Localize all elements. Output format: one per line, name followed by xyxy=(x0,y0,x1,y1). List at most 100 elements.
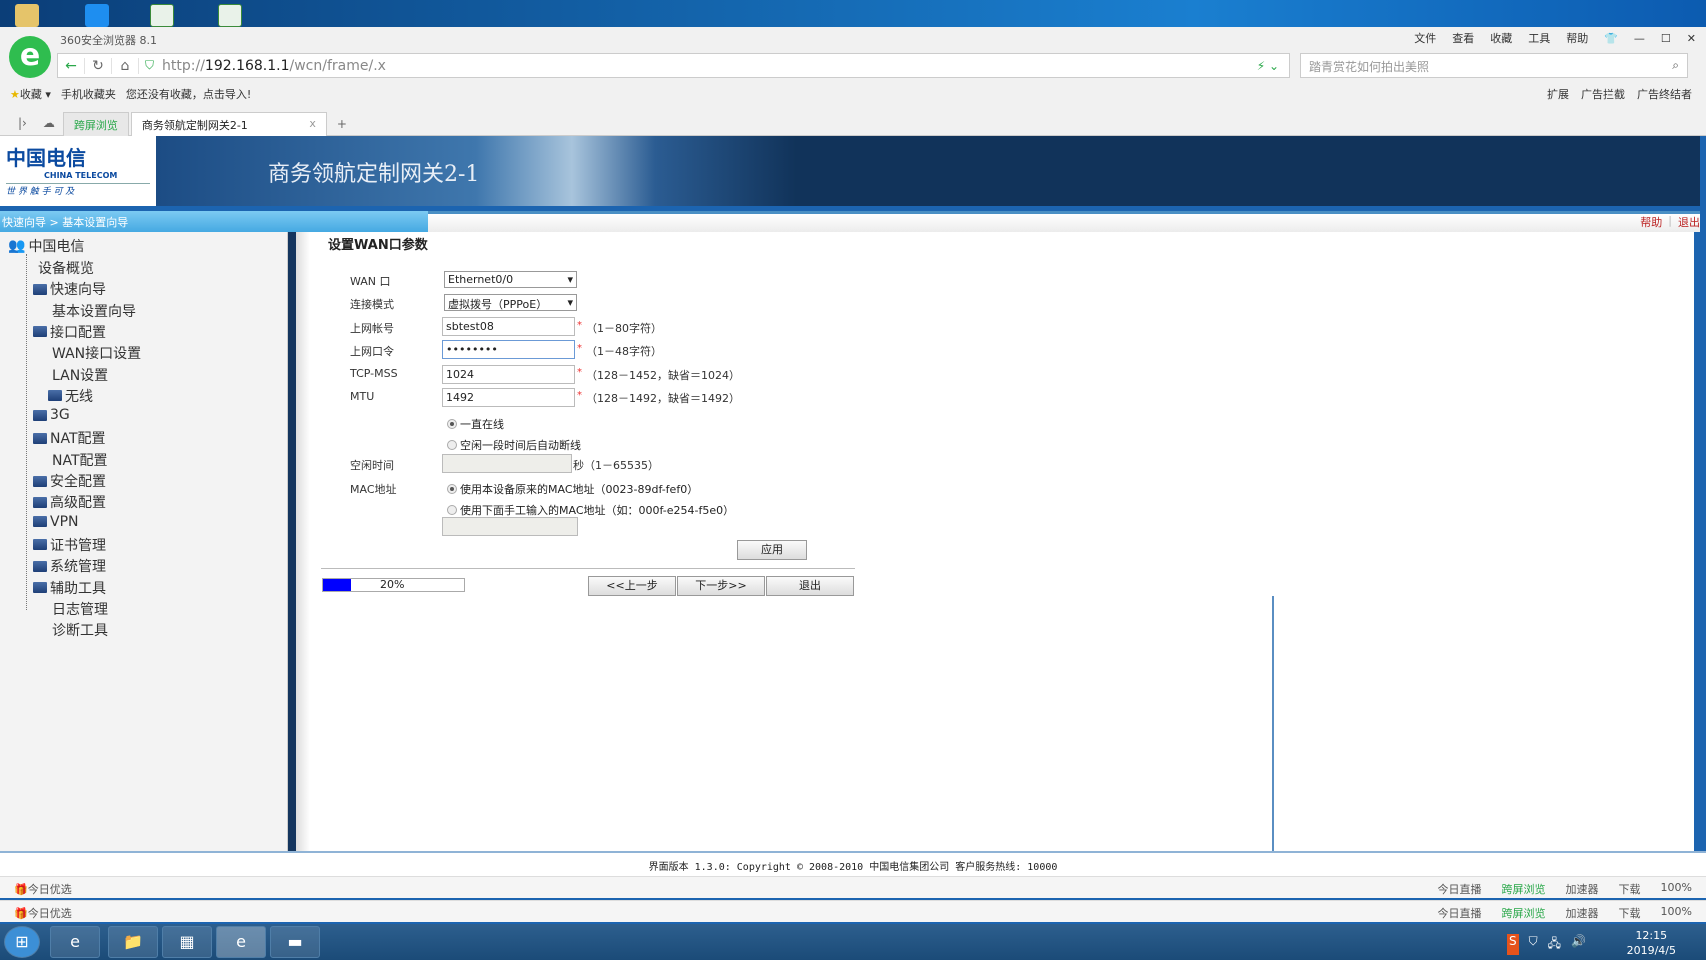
mac-original-radio[interactable]: 使用本设备原来的MAC地址（0023-89df-fef0） xyxy=(447,481,698,497)
sidebar-item[interactable]: 设备概览 xyxy=(38,258,94,278)
excel-file-icon[interactable] xyxy=(218,4,242,27)
today-picks[interactable]: 🎁今日优选 xyxy=(14,881,72,897)
password-input[interactable]: •••••••• xyxy=(442,340,575,359)
menu-tools[interactable]: 工具 xyxy=(1528,30,1550,46)
sidebar-item[interactable]: 3G xyxy=(33,407,70,423)
sidebar-item[interactable]: 诊断工具 xyxy=(52,620,108,640)
new-tab-button[interactable]: + xyxy=(329,112,355,136)
sidebar-item[interactable]: NAT配置 xyxy=(33,428,106,448)
next-button[interactable]: 下一步>> xyxy=(677,576,765,596)
breadcrumb-item[interactable]: 基本设置向导 xyxy=(62,216,128,229)
zoom-level[interactable]: 100% xyxy=(1661,905,1692,921)
extensions-button[interactable]: 扩展 xyxy=(1547,86,1569,102)
speed-icon[interactable]: ⚡ ⌄ xyxy=(1257,59,1289,73)
search-input[interactable]: 踏青赏花如何拍出美照 ⌕ xyxy=(1300,53,1688,78)
sidebar-item[interactable]: 接口配置 xyxy=(33,322,106,342)
skin-icon[interactable]: 👕 xyxy=(1604,32,1618,45)
idle-input[interactable] xyxy=(442,454,572,473)
tab-gateway[interactable]: 商务领航定制网关2-1 x xyxy=(130,112,327,136)
sidebar-item[interactable]: LAN设置 xyxy=(52,365,108,385)
cmd-icon[interactable]: ▬ xyxy=(270,926,320,958)
sidebar-splitter[interactable] xyxy=(288,232,296,851)
maximize-button[interactable]: ☐ xyxy=(1661,32,1671,45)
sidebar-toggle-icon[interactable]: |› xyxy=(10,110,35,136)
menu-view[interactable]: 查看 xyxy=(1452,30,1474,46)
menu-file[interactable]: 文件 xyxy=(1414,30,1436,46)
sidebar-item-label: 诊断工具 xyxy=(52,623,108,640)
sidebar-item[interactable]: 基本设置向导 xyxy=(52,301,136,321)
accelerator-button[interactable]: 加速器 xyxy=(1566,905,1599,921)
mac-manual-radio[interactable]: 使用下面手工输入的MAC地址（如：000f-e254-f5e0） xyxy=(447,502,734,518)
today-picks[interactable]: 🎁今日优选 xyxy=(14,905,72,921)
account-input[interactable]: sbtest08 xyxy=(442,317,575,336)
mss-input[interactable]: 1024 xyxy=(442,365,575,384)
download-button[interactable]: 下载 xyxy=(1619,881,1641,897)
accelerator-button[interactable]: 加速器 xyxy=(1566,881,1599,897)
menu-favorites[interactable]: 收藏 xyxy=(1490,30,1512,46)
import-hint[interactable]: 您还没有收藏，点击导入! xyxy=(126,86,251,102)
help-link[interactable]: 帮助 xyxy=(1640,214,1662,230)
breadcrumb-item[interactable]: 快速向导 xyxy=(2,216,46,229)
explorer-icon[interactable]: 📁 xyxy=(108,926,158,958)
volume-icon[interactable]: 🔊 xyxy=(1571,934,1586,955)
live-button[interactable]: 今日直播 xyxy=(1438,905,1482,921)
exit-button[interactable]: 退出 xyxy=(766,576,854,596)
mtu-input[interactable]: 1492 xyxy=(442,388,575,407)
sidebar-item[interactable]: 日志管理 xyxy=(52,599,108,619)
sidebar-item[interactable]: 证书管理 xyxy=(33,535,106,555)
refresh-icon[interactable]: ↻ xyxy=(85,57,112,74)
logout-link[interactable]: 退出 xyxy=(1678,214,1700,230)
wan-select[interactable]: Ethernet0/0 ▾ xyxy=(444,271,577,288)
divider: | xyxy=(1668,214,1672,227)
favorites-button[interactable]: ★收藏 ▾ xyxy=(10,86,51,102)
prev-button[interactable]: <<上一步 xyxy=(588,576,676,596)
live-button[interactable]: 今日直播 xyxy=(1438,881,1482,897)
folder-icon[interactable] xyxy=(15,4,39,27)
tab-close-icon[interactable]: x xyxy=(309,117,316,132)
home-icon[interactable]: ⌂ xyxy=(112,57,139,74)
shield-icon[interactable]: ⛉ xyxy=(1529,934,1538,955)
sidebar-item[interactable]: 辅助工具 xyxy=(33,578,106,598)
ie-icon[interactable]: e xyxy=(50,926,100,958)
ad-terminator-button[interactable]: 广告终结者 xyxy=(1637,86,1692,102)
tab-cross-screen[interactable]: 跨屏浏览 xyxy=(62,112,129,136)
mode-select[interactable]: 虚拟拨号（PPPoE） ▾ xyxy=(444,294,577,311)
menu-help[interactable]: 帮助 xyxy=(1566,30,1588,46)
apply-button[interactable]: 应用 xyxy=(737,540,807,560)
360-browser-icon[interactable]: e xyxy=(216,926,266,958)
clock[interactable]: 12:15 2019/4/5 xyxy=(1627,928,1676,958)
mobile-favorites[interactable]: 手机收藏夹 xyxy=(61,86,116,102)
sidebar-item[interactable]: 高级配置 xyxy=(33,492,106,512)
network-icon[interactable]: 🖧 xyxy=(1548,934,1561,955)
sidebar-item[interactable]: VPN xyxy=(33,514,79,530)
url-text[interactable]: http://192.168.1.1/wcn/frame/.x xyxy=(162,58,386,74)
sidebar-item[interactable]: NAT配置 xyxy=(52,450,108,470)
minimize-button[interactable]: — xyxy=(1634,32,1645,45)
sidebar-item[interactable]: 快速向导 xyxy=(33,279,106,299)
cross-screen-button[interactable]: 跨屏浏览 xyxy=(1502,905,1546,921)
sidebar-item[interactable]: 无线 xyxy=(48,386,93,406)
cross-screen-button[interactable]: 跨屏浏览 xyxy=(1502,881,1546,897)
close-button[interactable]: ✕ xyxy=(1687,32,1696,45)
mac-input[interactable] xyxy=(442,517,578,536)
online-idle-radio[interactable]: 空闲一段时间后自动断线 xyxy=(447,437,581,453)
download-app-icon[interactable] xyxy=(85,4,109,27)
url-host: 192.168.1.1 xyxy=(204,57,290,74)
excel-file-icon[interactable] xyxy=(150,4,174,27)
start-button[interactable]: ⊞ xyxy=(4,926,40,958)
gift-icon: 🎁 xyxy=(14,883,28,896)
sidebar-item[interactable]: 系统管理 xyxy=(33,556,106,576)
search-icon[interactable]: ⌕ xyxy=(1672,58,1679,73)
sogou-icon[interactable]: S xyxy=(1507,934,1519,955)
zoom-level[interactable]: 100% xyxy=(1661,881,1692,897)
adblock-button[interactable]: 广告拦截 xyxy=(1581,86,1625,102)
address-bar[interactable]: ← ↻ ⌂ ⛉ http://192.168.1.1/wcn/frame/.x … xyxy=(57,53,1290,78)
control-panel-icon[interactable]: ▦ xyxy=(162,926,212,958)
back-icon[interactable]: ← xyxy=(58,57,85,74)
cloud-icon[interactable]: ☁ xyxy=(35,110,63,136)
sidebar-item[interactable]: 安全配置 xyxy=(33,471,106,491)
download-button[interactable]: 下载 xyxy=(1619,905,1641,921)
sidebar-item[interactable]: WAN接口设置 xyxy=(52,343,141,363)
tree-root[interactable]: 👥 中国电信 xyxy=(8,236,84,256)
online-always-radio[interactable]: 一直在线 xyxy=(447,416,504,432)
